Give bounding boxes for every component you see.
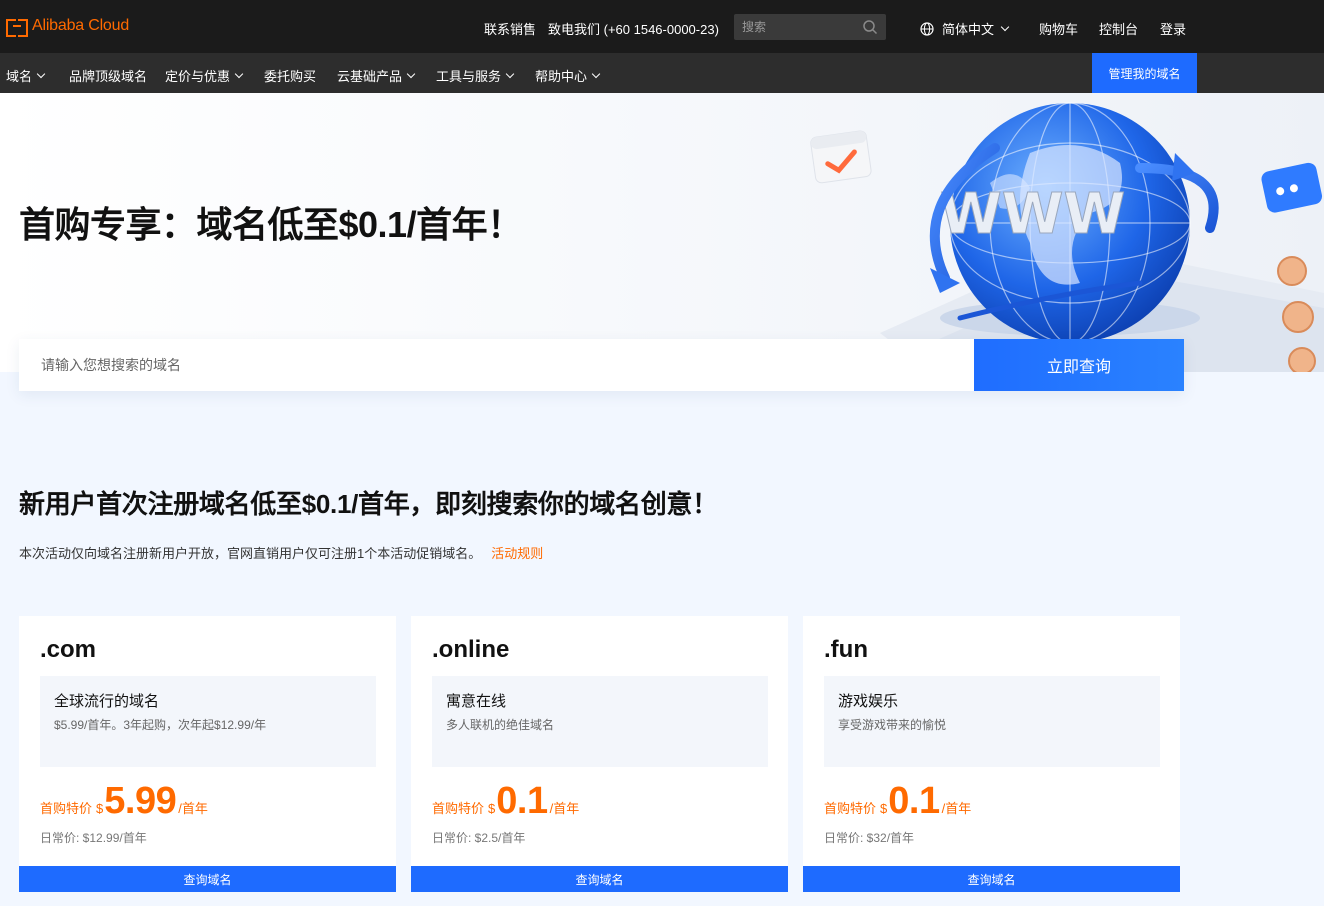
nav-item-help[interactable]: 帮助中心 — [535, 66, 601, 85]
domain-card-online: .online 寓意在线 多人联机的绝佳域名 首购特价 $ 0.1 /首年 日常… — [411, 616, 788, 892]
site-search — [734, 14, 886, 40]
card-tld: .fun — [824, 636, 868, 663]
card-info: 寓意在线 多人联机的绝佳域名 — [432, 676, 768, 767]
price-unit: /首年 — [941, 801, 972, 816]
nav-item-label: 定价与优惠 — [165, 69, 231, 84]
nav-item-label: 工具与服务 — [436, 69, 502, 84]
search-now-button[interactable]: 立即查询 — [974, 339, 1184, 391]
alibaba-cloud-logo[interactable]: Alibaba Cloud — [6, 17, 130, 37]
login-link[interactable]: 登录 — [1160, 19, 1186, 38]
promo-section-title: 新用户首次注册域名低至$0.1/首年，即刻搜索你的域名创意！ — [19, 489, 718, 519]
regular-price: 日常价: $2.5/首年 — [432, 831, 526, 845]
phone-link[interactable]: 致电我们 (+60 1546-0000-23) — [548, 19, 719, 38]
card-info: 全球流行的域名 $5.99/首年。3年起购，次年起$12.99/年 — [40, 676, 376, 767]
search-icon[interactable] — [862, 19, 878, 35]
regular-price: 日常价: $32/首年 — [824, 831, 915, 845]
manage-domains-button[interactable]: 管理我的域名 — [1092, 53, 1197, 93]
nav-item-label: 帮助中心 — [535, 69, 588, 84]
nav-item-pricing[interactable]: 定价与优惠 — [165, 66, 244, 85]
price-value: 0.1 — [496, 780, 548, 822]
main-nav: 域名 品牌顶级域名 定价与优惠 委托购买 云基础产品 工具与服务 帮助中心 管理… — [0, 53, 1324, 93]
domain-card-fun: .fun 游戏娱乐 享受游戏带来的愉悦 首购特价 $ 0.1 /首年 日常价: … — [803, 616, 1180, 892]
price-currency: $ — [96, 801, 104, 816]
card-price: 首购特价 $ 0.1 /首年 — [824, 782, 971, 820]
alibaba-logo-icon — [6, 19, 28, 37]
card-info-desc: 享受游戏带来的愉悦 — [838, 718, 947, 732]
promo-note: 本次活动仅向域名注册新用户开放，官网直销用户仅可注册1个本活动促销域名。 活动规则 — [19, 543, 543, 562]
nav-item-label: 品牌顶级域名 — [69, 69, 148, 84]
nav-item-label: 云基础产品 — [337, 69, 403, 84]
top-bar: Alibaba Cloud 联系销售 致电我们 (+60 1546-0000-2… — [0, 0, 1324, 53]
domain-search-input[interactable] — [19, 339, 974, 391]
card-info-title: 寓意在线 — [446, 693, 507, 710]
query-domain-button[interactable]: 查询域名 — [803, 866, 1180, 892]
language-label: 简体中文 — [942, 22, 995, 37]
chevron-down-icon — [234, 69, 244, 78]
chevron-down-icon — [1000, 22, 1010, 31]
www-art-text: WWW — [940, 182, 1125, 247]
card-price: 首购特价 $ 0.1 /首年 — [432, 782, 579, 820]
logo-text: Alibaba Cloud — [32, 17, 130, 34]
globe-icon — [920, 21, 934, 36]
card-info: 游戏娱乐 享受游戏带来的愉悦 — [824, 676, 1160, 767]
site-search-input[interactable] — [734, 14, 854, 40]
price-value: 0.1 — [888, 780, 940, 822]
nav-item-label: 域名 — [6, 69, 33, 84]
activity-rules-link[interactable]: 活动规则 — [491, 546, 543, 561]
price-currency: $ — [880, 801, 888, 816]
chevron-down-icon — [36, 69, 46, 78]
nav-item-brokerage[interactable]: 委托购买 — [264, 66, 316, 85]
console-link[interactable]: 控制台 — [1099, 19, 1138, 38]
card-price: 首购特价 $ 5.99 /首年 — [40, 782, 208, 820]
language-selector[interactable]: 简体中文 — [920, 19, 1010, 38]
card-tld: .online — [432, 636, 510, 663]
nav-item-domain[interactable]: 域名 — [6, 66, 46, 85]
cart-link[interactable]: 购物车 — [1039, 19, 1078, 38]
price-unit: /首年 — [178, 801, 208, 816]
price-label: 首购特价 — [824, 801, 877, 816]
card-tld: .com — [40, 636, 97, 663]
card-info-desc: $5.99/首年。3年起购，次年起$12.99/年 — [54, 718, 267, 732]
contact-sales-link[interactable]: 联系销售 — [484, 19, 536, 38]
price-label: 首购特价 — [40, 801, 93, 816]
card-info-desc: 多人联机的绝佳域名 — [446, 718, 555, 732]
chevron-down-icon — [591, 69, 601, 78]
chevron-down-icon — [406, 69, 416, 78]
price-currency: $ — [488, 801, 496, 816]
card-info-title: 游戏娱乐 — [838, 693, 899, 710]
promo-note-text: 本次活动仅向域名注册新用户开放，官网直销用户仅可注册1个本活动促销域名。 — [19, 546, 482, 561]
nav-item-tools[interactable]: 工具与服务 — [436, 66, 515, 85]
card-info-title: 全球流行的域名 — [54, 693, 160, 710]
nav-item-label: 委托购买 — [264, 69, 317, 84]
hero-title: 首购专享：域名低至$0.1/首年！ — [19, 204, 523, 245]
nav-item-cloud-products[interactable]: 云基础产品 — [337, 66, 416, 85]
price-label: 首购特价 — [432, 801, 485, 816]
chevron-down-icon — [505, 69, 515, 78]
query-domain-button[interactable]: 查询域名 — [19, 866, 396, 892]
domain-card-com: .com 全球流行的域名 $5.99/首年。3年起购，次年起$12.99/年 首… — [19, 616, 396, 892]
price-unit: /首年 — [549, 801, 580, 816]
hero-banner: 首购专享：域名低至$0.1/首年！ WWW — [0, 93, 1324, 372]
regular-price: 日常价: $12.99/首年 — [40, 831, 147, 845]
globe-illustration: WWW — [810, 102, 1324, 372]
nav-item-brand-tld[interactable]: 品牌顶级域名 — [69, 66, 147, 85]
query-domain-button[interactable]: 查询域名 — [411, 866, 788, 892]
price-value: 5.99 — [104, 780, 177, 822]
domain-search-bar: 立即查询 — [19, 339, 1184, 391]
